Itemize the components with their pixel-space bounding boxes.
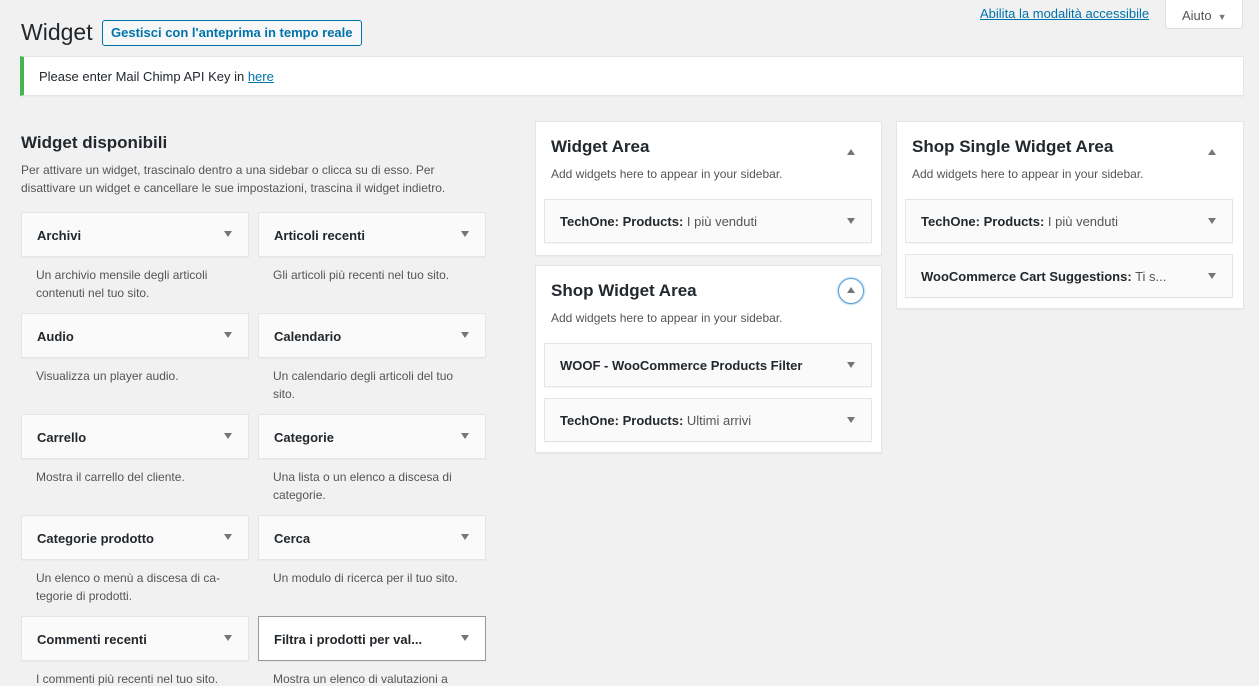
page-title: Widget — [21, 19, 93, 45]
widget-title: TechOne: Products: — [560, 214, 684, 229]
widget-title-bar[interactable]: Articoli recenti — [258, 212, 486, 257]
widget-description: Un elenco o menù a discesa di ca-tegorie… — [36, 571, 221, 603]
widget-title: Audio — [37, 329, 74, 344]
widget-instance-title: I più venduti — [1044, 214, 1118, 229]
expand-arrow-icon[interactable] — [461, 635, 469, 641]
expand-arrow-icon[interactable] — [224, 332, 232, 338]
expand-arrow-icon[interactable] — [224, 534, 232, 540]
widget-title: Carrello — [37, 430, 87, 445]
sidebar-shop-single-widget-area: Shop Single Widget Area Add widgets here… — [896, 121, 1244, 309]
widget-description: Un modulo di ricerca per il tuo sito. — [273, 571, 458, 585]
expand-arrow-icon[interactable] — [224, 231, 232, 237]
widget-commenti-recenti: Commenti recenti I commenti più recenti … — [21, 616, 249, 686]
expand-arrow-icon[interactable] — [847, 362, 855, 368]
expand-arrow-icon[interactable] — [224, 635, 232, 641]
collapse-toggle[interactable] — [839, 141, 865, 167]
widget-title: Articoli recenti — [274, 228, 366, 243]
sidebar-description: Add widgets here to appear in your sideb… — [912, 167, 1144, 181]
widget-title: Archivi — [37, 228, 82, 243]
sidebar-widget[interactable]: WOOF - WooCommerce Products Filter — [544, 343, 872, 387]
caret-down-icon: ▼ — [1217, 12, 1227, 22]
widget-title-bar[interactable]: Carrello — [21, 414, 249, 459]
expand-arrow-icon[interactable] — [1208, 218, 1216, 224]
widget-title: Categorie prodotto — [37, 531, 154, 546]
sidebar-widget[interactable]: TechOne: Products: I più venduti — [544, 199, 872, 243]
expand-arrow-icon[interactable] — [461, 433, 469, 439]
widget-calendario: Calendario Un calendario degli articoli … — [258, 313, 486, 403]
sidebar-title[interactable]: Widget Area — [551, 137, 649, 157]
widget-title-bar[interactable]: Filtra i prodotti per val... — [258, 616, 486, 661]
widget-title: WooCommerce Cart Suggestions: — [921, 269, 1132, 284]
widget-title: WOOF - WooCommerce Products Filter — [560, 358, 803, 373]
sidebar-description: Add widgets here to appear in your sideb… — [551, 311, 783, 325]
collapse-arrow-icon — [847, 149, 855, 155]
widget-title-bar[interactable]: Categorie prodotto — [21, 515, 249, 560]
available-widgets-title: Widget disponibili — [21, 133, 168, 152]
widget-title: Cerca — [274, 531, 311, 546]
widget-title: Filtra i prodotti per val... — [274, 632, 423, 647]
collapse-arrow-icon — [1208, 149, 1216, 155]
expand-arrow-icon[interactable] — [461, 332, 469, 338]
notice-text: Please enter Mail Chimp API Key in — [39, 69, 248, 84]
notice-link[interactable]: here — [248, 69, 274, 84]
widget-title: TechOne: Products: — [921, 214, 1045, 229]
widget-title-bar[interactable]: Audio — [21, 313, 249, 358]
widget-description: Mostra un elenco di valutazioni a — [273, 672, 448, 686]
widget-audio: Audio Visualizza un player audio. — [21, 313, 249, 385]
sidebar-description: Add widgets here to appear in your sideb… — [551, 167, 783, 181]
sidebar-widget[interactable]: TechOne: Products: Ultimi arrivi — [544, 398, 872, 442]
widget-title-bar[interactable]: Categorie — [258, 414, 486, 459]
admin-notice: Please enter Mail Chimp API Key in here — [20, 56, 1244, 96]
widget-articoli-recenti: Articoli recenti Gli articoli più recent… — [258, 212, 486, 284]
accessibility-mode-link[interactable]: Abilita la modalità accessibile — [980, 6, 1149, 21]
widget-cerca: Cerca Un modulo di ricerca per il tuo si… — [258, 515, 486, 587]
expand-arrow-icon[interactable] — [847, 218, 855, 224]
collapse-arrow-icon — [846, 287, 855, 293]
widget-description: I commenti più recenti nel tuo sito. — [36, 672, 219, 686]
widget-categorie-prodotto: Categorie prodotto Un elenco o menù a di… — [21, 515, 249, 605]
help-tab[interactable]: Aiuto ▼ — [1165, 0, 1243, 29]
expand-arrow-icon[interactable] — [1208, 273, 1216, 279]
widget-instance-title: Ti s... — [1131, 269, 1167, 284]
available-widgets-description: Per attivare un widget, trascinalo dentr… — [21, 163, 446, 195]
widget-instance-title: Ultimi arrivi — [683, 413, 752, 428]
expand-arrow-icon[interactable] — [461, 534, 469, 540]
live-preview-button[interactable]: Gestisci con l'anteprima in tempo reale — [102, 20, 362, 46]
widget-title: Calendario — [274, 329, 342, 344]
widget-title: Commenti recenti — [37, 632, 147, 647]
widget-categorie: Categorie Una lista o un elenco a disces… — [258, 414, 486, 504]
sidebar-widget-area: Widget Area Add widgets here to appear i… — [535, 121, 882, 256]
widget-title-bar[interactable]: Archivi — [21, 212, 249, 257]
widget-title-bar[interactable]: Calendario — [258, 313, 486, 358]
sidebar-widget[interactable]: TechOne: Products: I più venduti — [905, 199, 1233, 243]
sidebar-shop-widget-area: Shop Widget Area Add widgets here to app… — [535, 265, 882, 453]
widget-filtra-prodotti-valutazione: Filtra i prodotti per val... Mostra un e… — [258, 616, 486, 686]
widget-description: Una lista o un elenco a discesa di categ… — [273, 470, 452, 502]
widget-title: Categorie — [274, 430, 334, 445]
expand-arrow-icon[interactable] — [847, 417, 855, 423]
expand-arrow-icon[interactable] — [224, 433, 232, 439]
widget-description: Mostra il carrello del cliente. — [36, 470, 185, 484]
collapse-toggle[interactable] — [838, 278, 864, 304]
widget-archivi: Archivi Un archivio mensile degli artico… — [21, 212, 249, 302]
widget-description: Visualizza un player audio. — [36, 369, 179, 383]
expand-arrow-icon[interactable] — [461, 231, 469, 237]
sidebar-widget[interactable]: WooCommerce Cart Suggestions: Ti s... — [905, 254, 1233, 298]
widget-description: Un archivio mensile degli articoli conte… — [36, 268, 208, 300]
widget-description: Gli articoli più recenti nel tuo sito. — [273, 268, 450, 282]
widget-title: TechOne: Products: — [560, 413, 684, 428]
help-tab-label: Aiuto — [1182, 8, 1212, 23]
widget-title-bar[interactable]: Commenti recenti — [21, 616, 249, 661]
widget-title-bar[interactable]: Cerca — [258, 515, 486, 560]
widget-carrello: Carrello Mostra il carrello del cliente. — [21, 414, 249, 486]
widget-instance-title: I più venduti — [683, 214, 757, 229]
sidebar-title[interactable]: Shop Widget Area — [551, 281, 697, 301]
sidebar-title[interactable]: Shop Single Widget Area — [912, 137, 1113, 157]
widget-description: Un calendario degli articoli del tuo sit… — [273, 369, 454, 401]
collapse-toggle[interactable] — [1200, 141, 1226, 167]
